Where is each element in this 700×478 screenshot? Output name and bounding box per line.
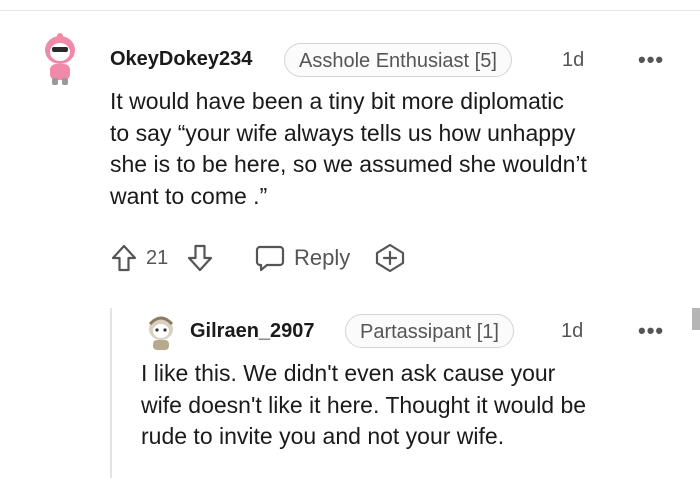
- downvote-arrow-icon: [187, 244, 213, 272]
- reply-body-line: I like this. We didn't even ask cause yo…: [141, 360, 556, 386]
- upvote-arrow-icon: [111, 244, 137, 272]
- reply-label: Reply: [294, 245, 351, 270]
- downvote-button[interactable]: [186, 243, 214, 273]
- comment-body-line: want to come .”: [110, 182, 268, 209]
- reply-body-line: rude to invite you and not your wife.: [141, 423, 505, 449]
- top-divider: [0, 10, 700, 11]
- comment-body-line: she is to be here, so we assumed she wou…: [110, 151, 587, 177]
- comment-body-line: to say “your wife always tells us how un…: [110, 119, 576, 146]
- reply-bubble-icon: [255, 245, 285, 272]
- reply-user-flair: Partassipant [1]: [345, 314, 514, 348]
- scrollbar-thumb[interactable]: [692, 308, 700, 330]
- reply-more-options-button[interactable]: •••: [638, 320, 664, 342]
- snoo-avatar-icon: [45, 33, 75, 85]
- comment-username[interactable]: OkeyDokey234: [110, 48, 252, 71]
- user-flair: Asshole Enthusiast [5]: [284, 43, 512, 77]
- comment-age: 1d: [562, 49, 585, 71]
- reply-age: 1d: [561, 320, 584, 342]
- thread-line[interactable]: [110, 308, 112, 478]
- reply-avatar[interactable]: [144, 314, 178, 352]
- comment-body: It would have been a tiny bit more diplo…: [110, 86, 680, 212]
- upvote-button[interactable]: [110, 243, 138, 273]
- award-plus-icon: [375, 243, 405, 273]
- reply-username[interactable]: Gilraen_2907: [190, 320, 315, 343]
- reply-body: I like this. We didn't even ask cause yo…: [141, 358, 681, 453]
- comment-body-line: It would have been a tiny bit more diplo…: [110, 88, 564, 114]
- vote-score: 21: [146, 247, 169, 269]
- avatar[interactable]: [38, 30, 82, 88]
- reply-body-line: wife doesn't like it here. Thought it wo…: [141, 391, 587, 418]
- more-options-button[interactable]: •••: [638, 49, 664, 71]
- comment-thread: OkeyDokey234 Asshole Enthusiast [5] 1d •…: [0, 0, 700, 478]
- snoo-avatar-icon: [148, 316, 174, 350]
- award-button[interactable]: [374, 243, 406, 273]
- reply-button[interactable]: Reply: [254, 243, 350, 273]
